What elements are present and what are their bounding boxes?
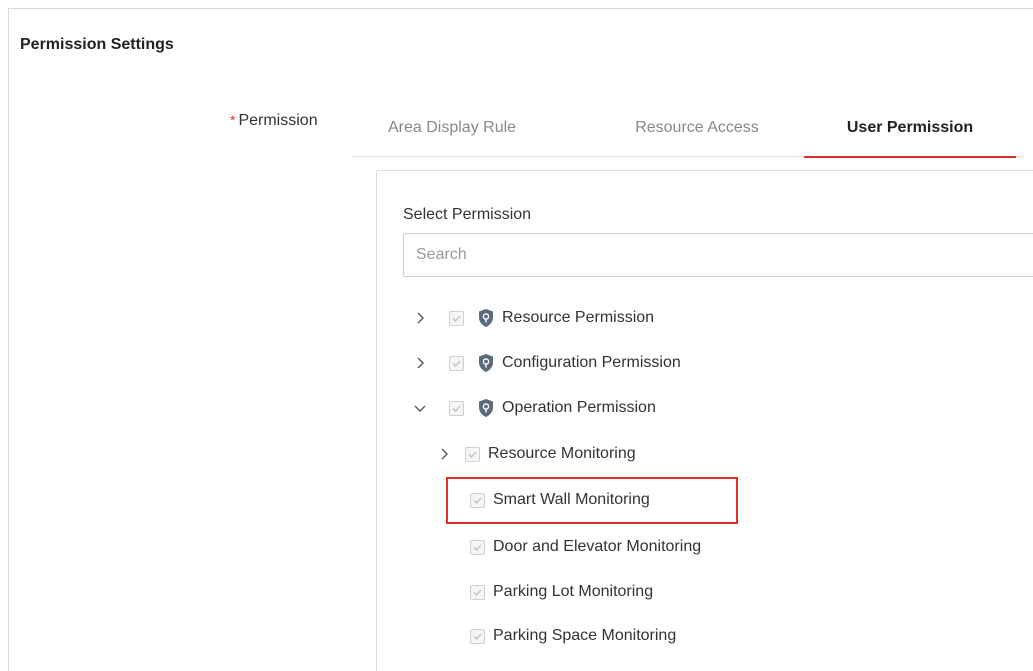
tree-item-label: Configuration Permission: [502, 354, 681, 371]
tree-item-label: Parking Lot Monitoring: [493, 583, 654, 600]
checkbox[interactable]: [449, 355, 464, 371]
select-permission-label: Select Permission: [403, 206, 532, 223]
tree-item-door-and-elevator-monitoring[interactable]: Door and Elevator Monitoring: [470, 533, 701, 561]
highlight-box: [446, 477, 738, 524]
tree-item-label: Resource Monitoring: [488, 445, 636, 462]
tree-item-parking-space-monitoring[interactable]: Parking Space Monitoring: [470, 622, 676, 650]
checkbox[interactable]: [470, 539, 485, 555]
tree-item-label: Operation Permission: [502, 399, 656, 416]
tree-item-label: Door and Elevator Monitoring: [493, 538, 702, 555]
checkbox[interactable]: [470, 584, 485, 600]
tree-item-operation-permission[interactable]: Operation Permission: [411, 394, 656, 422]
required-mark: *: [230, 112, 236, 128]
permission-label-text: Permission: [238, 112, 318, 129]
tree-item-resource-monitoring[interactable]: Resource Monitoring: [435, 440, 636, 468]
shield-icon: [476, 353, 496, 373]
active-tab-indicator: [804, 156, 1016, 158]
tree-item-resource-permission[interactable]: Resource Permission: [411, 304, 654, 332]
tab-user-permission-label: User Permission: [846, 119, 974, 136]
chevron-down-icon[interactable]: [411, 399, 429, 417]
checkbox[interactable]: [449, 310, 464, 326]
permission-tabs: Area Display Rule Resource Access User P…: [352, 103, 1025, 158]
checkbox[interactable]: [449, 400, 464, 416]
chevron-right-icon[interactable]: [411, 309, 429, 327]
shield-icon: [476, 398, 496, 418]
permission-field-label: * Permission: [230, 112, 318, 130]
shield-icon: [476, 308, 496, 328]
tab-user-permission[interactable]: User Permission: [804, 103, 1016, 158]
chevron-right-icon[interactable]: [435, 445, 453, 463]
tree-item-label: Parking Space Monitoring: [493, 627, 677, 644]
checkbox[interactable]: [470, 628, 485, 644]
tree-item-configuration-permission[interactable]: Configuration Permission: [411, 349, 681, 377]
tree-item-parking-lot-monitoring[interactable]: Parking Lot Monitoring: [470, 578, 653, 606]
tab-area-display-rule[interactable]: Area Display Rule: [372, 103, 572, 157]
chevron-right-icon[interactable]: [411, 354, 429, 372]
search-input[interactable]: [403, 233, 1033, 277]
tab-resource-access[interactable]: Resource Access: [602, 103, 792, 157]
checkbox[interactable]: [465, 446, 480, 462]
tree-item-label: Resource Permission: [502, 309, 655, 326]
section-title: Permission Settings: [20, 36, 174, 53]
